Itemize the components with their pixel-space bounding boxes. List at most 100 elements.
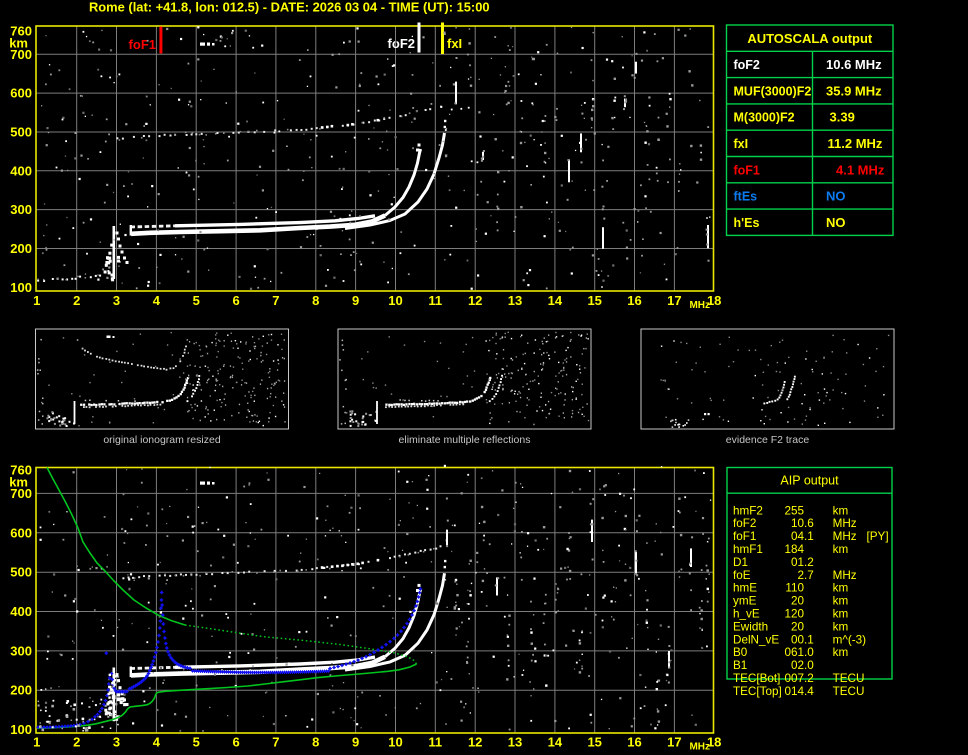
svg-text:km: km [833, 620, 849, 633]
svg-text:Ewidth: Ewidth [733, 620, 768, 633]
svg-text:7: 7 [272, 735, 279, 750]
svg-text:12: 12 [468, 293, 482, 308]
svg-text:17: 17 [667, 293, 681, 308]
svg-text:.7: .7 [804, 569, 814, 582]
svg-text:700: 700 [10, 486, 32, 501]
svg-text:9: 9 [352, 735, 359, 750]
svg-text:foF2: foF2 [733, 517, 756, 530]
svg-text:B0: B0 [733, 646, 748, 659]
svg-text:NO: NO [826, 215, 846, 230]
svg-text:16: 16 [627, 293, 641, 308]
svg-text:3.39: 3.39 [830, 110, 855, 125]
svg-text:100: 100 [10, 722, 32, 737]
svg-text:20: 20 [791, 620, 805, 633]
svg-text:11: 11 [428, 735, 442, 750]
svg-text:ymE: ymE [733, 595, 757, 608]
svg-text:20: 20 [791, 595, 805, 608]
svg-text:D1: D1 [733, 556, 748, 569]
svg-text:foF2: foF2 [388, 36, 415, 51]
svg-text:km: km [833, 595, 849, 608]
svg-text:300: 300 [10, 643, 32, 658]
svg-text:MHz: MHz [833, 569, 857, 582]
svg-text:DelN_vE: DelN_vE [733, 633, 779, 646]
svg-text:MHz: MHz [833, 517, 857, 530]
svg-text:km: km [833, 646, 849, 659]
svg-text:M(3000)F2: M(3000)F2 [734, 111, 795, 125]
svg-text:TECU: TECU [833, 685, 865, 698]
svg-text:9: 9 [352, 293, 359, 308]
svg-text:.1: .1 [804, 633, 814, 646]
svg-text:foF1: foF1 [733, 530, 756, 543]
svg-text:5: 5 [193, 293, 200, 308]
svg-text:13: 13 [508, 735, 522, 750]
svg-text:foF1: foF1 [129, 37, 156, 52]
svg-text:100: 100 [10, 280, 32, 295]
svg-text:00: 00 [791, 633, 805, 646]
svg-text:2: 2 [73, 735, 80, 750]
svg-text:300: 300 [10, 202, 32, 217]
svg-text:.4: .4 [804, 685, 814, 698]
svg-text:TECU: TECU [833, 672, 865, 685]
svg-text:4.1 MHz: 4.1 MHz [836, 162, 885, 177]
svg-text:3: 3 [113, 293, 120, 308]
svg-text:AUTOSCALA output: AUTOSCALA output [747, 31, 873, 46]
svg-text:15: 15 [587, 293, 601, 308]
svg-text:600: 600 [10, 86, 32, 101]
svg-text:200: 200 [10, 241, 32, 256]
svg-text:evidence F2 trace: evidence F2 trace [726, 434, 810, 446]
svg-text:14: 14 [548, 735, 563, 750]
svg-text:10: 10 [791, 517, 805, 530]
svg-text:10.6 MHz: 10.6 MHz [826, 57, 882, 72]
svg-text:.2: .2 [804, 556, 814, 569]
svg-text:255: 255 [784, 504, 804, 517]
svg-text:hmF2: hmF2 [733, 504, 763, 517]
svg-text:TEC[Bot]: TEC[Bot] [733, 672, 780, 685]
svg-text:6: 6 [232, 735, 239, 750]
svg-text:11: 11 [428, 293, 442, 308]
svg-text:ftEs: ftEs [734, 190, 758, 204]
svg-text:15: 15 [587, 735, 601, 750]
svg-text:NO: NO [826, 189, 846, 204]
svg-text:hmE: hmE [733, 582, 757, 595]
svg-text:original ionogram resized: original ionogram resized [103, 434, 220, 446]
svg-text:500: 500 [10, 125, 32, 140]
svg-text:m^(-3): m^(-3) [833, 633, 867, 646]
svg-text:B1: B1 [733, 659, 747, 672]
svg-text:120: 120 [784, 608, 804, 621]
svg-text:061: 061 [784, 646, 804, 659]
svg-text:MHz: MHz [689, 742, 710, 753]
svg-text:10: 10 [388, 293, 402, 308]
svg-text:01: 01 [791, 556, 804, 569]
svg-text:.6: .6 [804, 517, 814, 530]
svg-text:200: 200 [10, 683, 32, 698]
svg-text:TEC[Top]: TEC[Top] [733, 685, 782, 698]
svg-text:.1: .1 [804, 530, 814, 543]
svg-text:km: km [833, 582, 849, 595]
svg-text:2: 2 [73, 293, 80, 308]
svg-text:.0: .0 [804, 659, 814, 672]
svg-text:MHz: MHz [833, 530, 857, 543]
svg-text:fxI: fxI [447, 36, 462, 51]
svg-text:MUF(3000)F2: MUF(3000)F2 [734, 84, 812, 98]
svg-text:4: 4 [153, 735, 161, 750]
svg-text:17: 17 [667, 735, 681, 750]
svg-text:500: 500 [10, 565, 32, 580]
svg-text:184: 184 [784, 543, 804, 556]
svg-text:110: 110 [785, 582, 804, 595]
svg-text:MHz: MHz [689, 300, 710, 311]
svg-text:AIP output: AIP output [780, 474, 839, 488]
svg-text:km: km [833, 504, 849, 517]
svg-text:8: 8 [312, 293, 319, 308]
svg-text:7: 7 [272, 293, 279, 308]
svg-text:02: 02 [791, 659, 804, 672]
svg-text:35.9 MHz: 35.9 MHz [826, 83, 882, 98]
svg-text:12: 12 [468, 735, 482, 750]
svg-text:4: 4 [153, 293, 161, 308]
svg-text:km: km [833, 543, 849, 556]
svg-text:5: 5 [193, 735, 200, 750]
svg-text:foE: foE [733, 569, 751, 582]
svg-text:400: 400 [10, 604, 32, 619]
svg-text:.2: .2 [804, 672, 814, 685]
svg-text:km: km [833, 608, 849, 621]
svg-text:eliminate multiple reflections: eliminate multiple reflections [399, 434, 531, 446]
